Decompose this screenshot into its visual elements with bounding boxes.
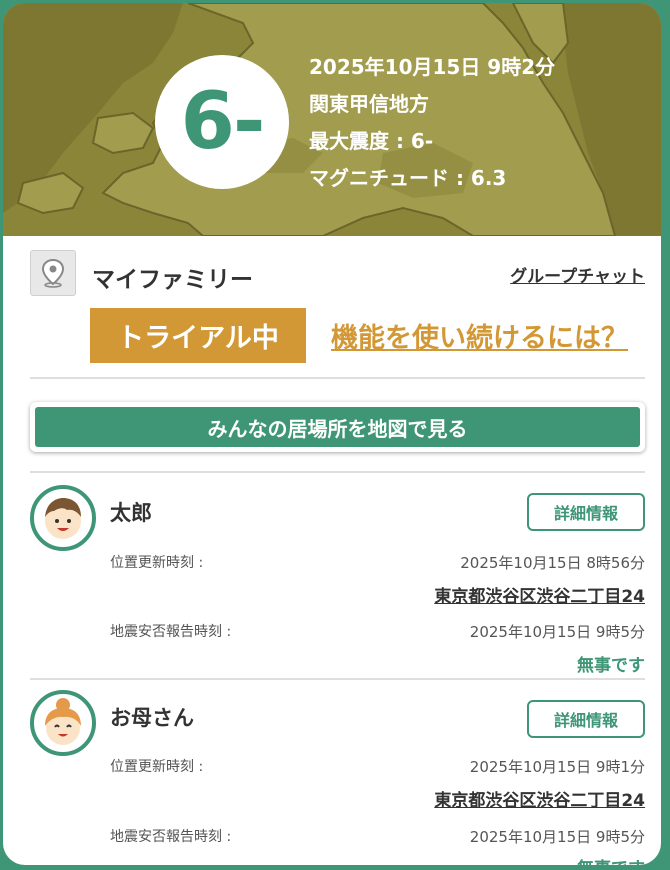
- location-time-value: 2025年10月15日 9時1分: [469, 758, 645, 776]
- family-header: マイファミリー グループチャット: [30, 248, 645, 296]
- detail-info-button[interactable]: 詳細情報: [527, 700, 645, 738]
- report-time-value: 2025年10月15日 9時5分: [469, 623, 645, 641]
- divider: [30, 377, 645, 379]
- earthquake-header: 6- 2025年10月15日 9時2分 関東甲信地方 最大震度 : 6- マグニ…: [3, 3, 661, 236]
- quake-max-intensity: 最大震度 : 6-: [309, 129, 434, 153]
- address-link[interactable]: 東京都渋谷区渋谷二丁目24: [434, 582, 645, 607]
- family-title: マイファミリー: [92, 267, 253, 293]
- map-button-container: みんなの居場所を地図で見る: [30, 402, 645, 452]
- quake-datetime: 2025年10月15日 9時2分: [309, 55, 556, 79]
- safety-status: 無事です: [577, 656, 645, 676]
- report-time-label: 地震安否報告時刻 :: [110, 624, 232, 640]
- map-pin-icon: [30, 250, 76, 296]
- app-frame: 6- 2025年10月15日 9時2分 関東甲信地方 最大震度 : 6- マグニ…: [3, 3, 661, 865]
- intensity-badge: 6-: [155, 55, 289, 189]
- safety-status: 無事です: [577, 854, 645, 865]
- location-time-label: 位置更新時刻 :: [110, 759, 204, 775]
- mother-avatar-icon: [30, 690, 96, 756]
- member-name: 太郎: [110, 501, 152, 525]
- quake-magnitude: マグニチュード : 6.3: [309, 166, 507, 190]
- location-time-label: 位置更新時刻 :: [110, 555, 204, 571]
- trial-badge: トライアル中: [90, 308, 306, 363]
- divider: [30, 678, 645, 680]
- earthquake-info: 2025年10月15日 9時2分 関東甲信地方 最大震度 : 6- マグニチュー…: [309, 49, 555, 197]
- member-card: 太郎 詳細情報 位置更新時刻 : 2025年10月15日 8時56分 東京都渋谷…: [30, 485, 645, 676]
- divider: [30, 471, 645, 473]
- report-time-label: 地震安否報告時刻 :: [110, 829, 232, 845]
- view-map-button[interactable]: みんなの居場所を地図で見る: [35, 407, 640, 447]
- continue-features-link[interactable]: 機能を使い続けるには？: [331, 316, 628, 355]
- report-time-value: 2025年10月15日 9時5分: [469, 828, 645, 846]
- group-chat-link[interactable]: グループチャット: [510, 262, 645, 287]
- quake-region: 関東甲信地方: [309, 92, 429, 116]
- intensity-value: 6-: [180, 77, 266, 167]
- detail-info-button[interactable]: 詳細情報: [527, 493, 645, 531]
- location-time-value: 2025年10月15日 8時56分: [460, 554, 645, 572]
- member-card: お母さん 詳細情報 位置更新時刻 : 2025年10月15日 9時1分 東京都渋…: [30, 690, 645, 865]
- boy-avatar-icon: [30, 485, 96, 551]
- address-link[interactable]: 東京都渋谷区渋谷二丁目24: [434, 786, 645, 811]
- member-name: お母さん: [110, 706, 194, 730]
